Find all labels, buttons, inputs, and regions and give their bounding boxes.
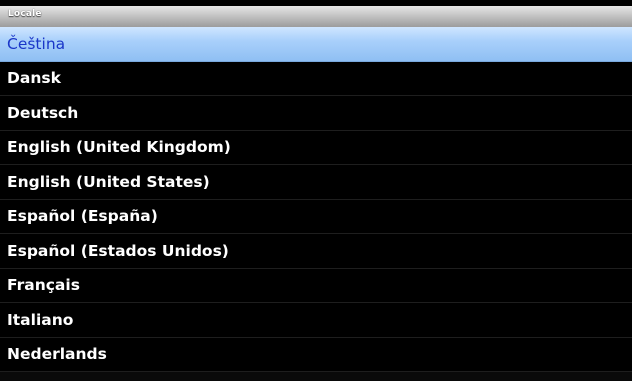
locale-item-label: Español (Estados Unidos) (7, 241, 229, 260)
locale-item-label: Dansk (7, 69, 61, 88)
locale-item-label: Čeština (7, 34, 66, 53)
locale-item-label: Deutsch (7, 103, 79, 122)
locale-item-label: Italiano (7, 310, 74, 329)
locale-item-english-uk[interactable]: English (United Kingdom) (0, 131, 632, 165)
locale-item-label: Français (7, 276, 80, 295)
locale-item-cestina[interactable]: Čeština (0, 27, 632, 62)
locale-item-label: English (United Kingdom) (7, 138, 231, 157)
locale-item-english-us[interactable]: English (United States) (0, 165, 632, 200)
list-bottom-edge (0, 372, 632, 381)
locale-item-espanol-espana[interactable]: Español (España) (0, 200, 632, 234)
window-title: Locale (8, 9, 42, 19)
title-bar: Locale (0, 6, 632, 28)
locale-item-label: English (United States) (7, 172, 210, 191)
locale-item-label: Español (España) (7, 207, 158, 226)
locale-item-label: Nederlands (7, 345, 107, 364)
locale-item-nederlands[interactable]: Nederlands (0, 338, 632, 372)
locale-item-francais[interactable]: Français (0, 269, 632, 303)
locale-item-espanol-estados-unidos[interactable]: Español (Estados Unidos) (0, 234, 632, 269)
locale-item-dansk[interactable]: Dansk (0, 62, 632, 96)
locale-item-italiano[interactable]: Italiano (0, 303, 632, 338)
locale-screen: Locale Čeština Dansk Deutsch English (Un… (0, 0, 632, 381)
locale-item-deutsch[interactable]: Deutsch (0, 96, 632, 131)
locale-list[interactable]: Čeština Dansk Deutsch English (United Ki… (0, 27, 632, 381)
